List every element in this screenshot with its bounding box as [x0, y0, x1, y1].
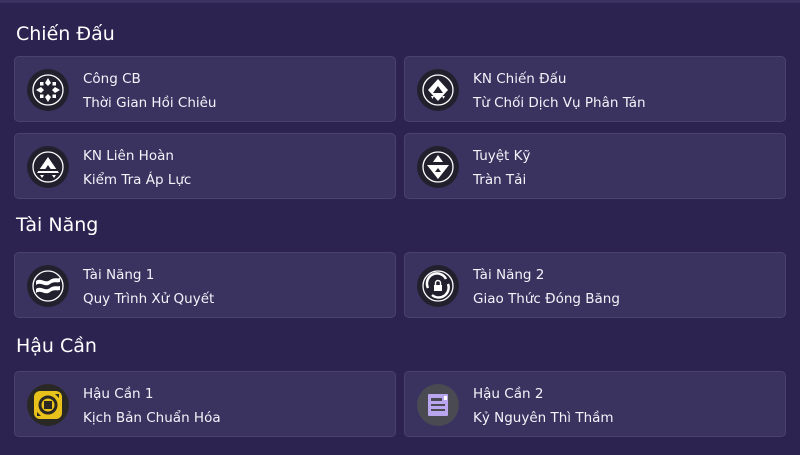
- section-title-talent: Tài Năng: [16, 214, 99, 236]
- talent-lock-icon: [417, 265, 459, 307]
- card-title: Hậu Cần 2: [473, 386, 544, 402]
- skill-card-combo-skill[interactable]: KN Liên Hoàn Kiểm Tra Áp Lực: [14, 133, 396, 199]
- logistics-card-1[interactable]: Hậu Cần 1 Kịch Bản Chuẩn Hóa: [14, 371, 396, 437]
- card-title: Tài Năng 2: [473, 267, 545, 283]
- card-title: KN Liên Hoàn: [83, 148, 174, 164]
- card-subtitle: Tràn Tải: [473, 172, 527, 188]
- talent-card-2[interactable]: Tài Năng 2 Giao Thức Đóng Băng: [404, 252, 786, 318]
- card-title: KN Chiến Đấu: [473, 71, 567, 87]
- section-title-logistics: Hậu Cần: [16, 335, 97, 357]
- card-subtitle: Kịch Bản Chuẩn Hóa: [83, 410, 221, 426]
- combo-skill-icon: [27, 146, 69, 188]
- talent-card-1[interactable]: Tài Năng 1 Quy Trình Xử Quyết: [14, 252, 396, 318]
- ultimate-icon: [417, 146, 459, 188]
- card-title: Công CB: [83, 71, 141, 87]
- card-subtitle: Kỷ Nguyên Thì Thầm: [473, 410, 614, 426]
- talent-wave-icon: [27, 265, 69, 307]
- skill-card-ultimate[interactable]: Tuyệt Kỹ Tràn Tải: [404, 133, 786, 199]
- combat-skill-icon: [417, 69, 459, 111]
- logistics-card-2[interactable]: Hậu Cần 2 Kỷ Nguyên Thì Thầm: [404, 371, 786, 437]
- card-subtitle: Giao Thức Đóng Băng: [473, 291, 620, 307]
- logistics-gear-icon: [27, 384, 69, 426]
- card-title: Tài Năng 1: [83, 267, 155, 283]
- card-subtitle: Quy Trình Xử Quyết: [83, 291, 215, 307]
- basic-attack-icon: [27, 69, 69, 111]
- top-divider: [0, 0, 800, 3]
- card-subtitle: Thời Gian Hồi Chiêu: [83, 95, 217, 111]
- card-subtitle: Từ Chối Dịch Vụ Phân Tán: [473, 95, 646, 111]
- section-title-combat: Chiến Đấu: [16, 23, 115, 45]
- card-subtitle: Kiểm Tra Áp Lực: [83, 172, 192, 188]
- logistics-device-icon: [417, 384, 459, 426]
- card-title: Tuyệt Kỹ: [473, 148, 531, 164]
- skill-card-basic-attack[interactable]: Công CB Thời Gian Hồi Chiêu: [14, 56, 396, 122]
- card-title: Hậu Cần 1: [83, 386, 154, 402]
- skill-card-combat-skill[interactable]: KN Chiến Đấu Từ Chối Dịch Vụ Phân Tán: [404, 56, 786, 122]
